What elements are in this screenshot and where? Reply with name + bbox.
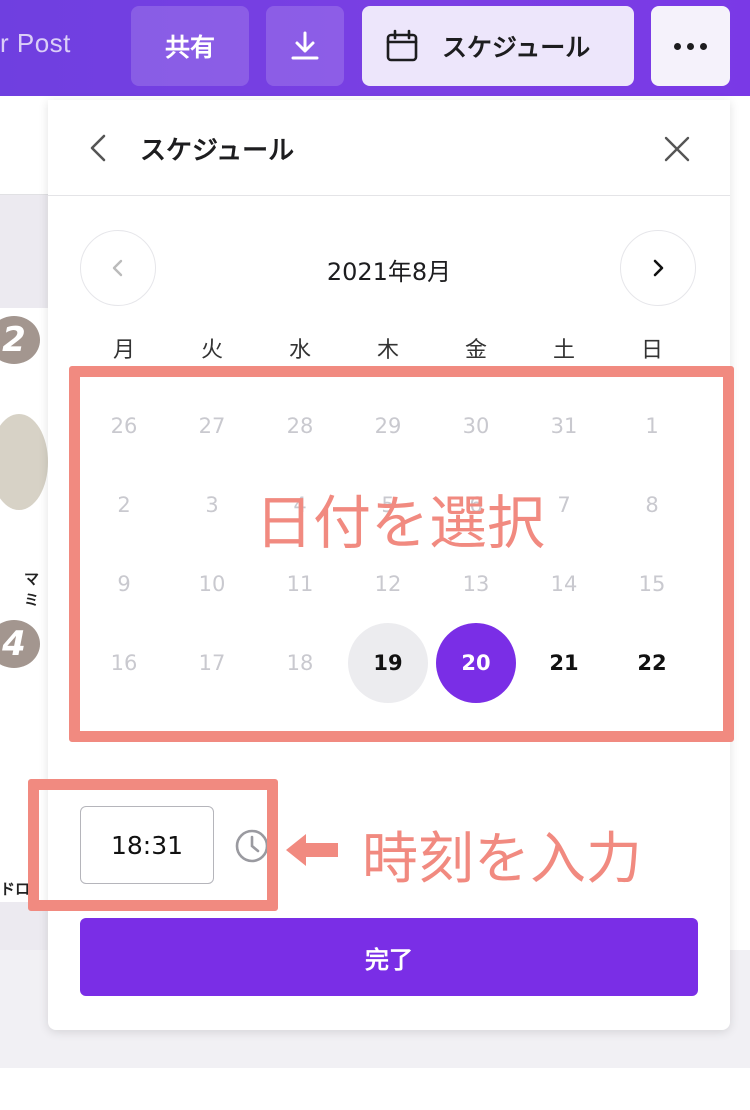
more-options-button[interactable]: [651, 6, 730, 86]
annotation-enter-time: 時刻を入力: [362, 827, 642, 892]
schedule-button[interactable]: スケジュール: [362, 6, 634, 86]
download-icon: [291, 31, 319, 60]
weekday-label: 土: [552, 338, 575, 363]
top-toolbar: r Post 共有 スケジュール: [0, 0, 750, 96]
weekday-label: 月: [112, 338, 135, 363]
panel-title: スケジュール: [140, 136, 295, 166]
close-icon[interactable]: [662, 134, 692, 164]
share-button[interactable]: 共有: [131, 6, 249, 86]
chevron-right-icon: [653, 259, 664, 277]
weekday-label: 火: [200, 338, 223, 363]
more-dots-icon: [674, 42, 707, 50]
download-button[interactable]: [266, 6, 344, 86]
weekday-label: 日: [640, 338, 663, 363]
weekday-label: 金: [464, 338, 487, 363]
document-title[interactable]: r Post: [0, 28, 71, 59]
background-bottom: [0, 1068, 750, 1110]
annotation-box-time: [28, 779, 278, 911]
annotation-select-date: 日付を選択: [254, 489, 545, 557]
step-badge: 4: [0, 620, 40, 668]
chevron-left-icon[interactable]: [86, 133, 112, 163]
background-text: マミ: [24, 570, 40, 609]
weekday-label: 水: [288, 338, 311, 363]
panel-header: スケジュール: [48, 100, 730, 196]
background-text: ドロ: [0, 880, 31, 898]
next-month-button[interactable]: [620, 230, 696, 306]
done-button[interactable]: 完了: [80, 918, 698, 996]
step-badge: 2: [0, 316, 40, 364]
weekday-label: 木: [376, 338, 399, 363]
arrow-left-icon: [286, 834, 338, 866]
schedule-button-label: スケジュール: [442, 33, 591, 62]
calendar-icon: [386, 29, 418, 62]
background-toolbar: [0, 96, 48, 195]
